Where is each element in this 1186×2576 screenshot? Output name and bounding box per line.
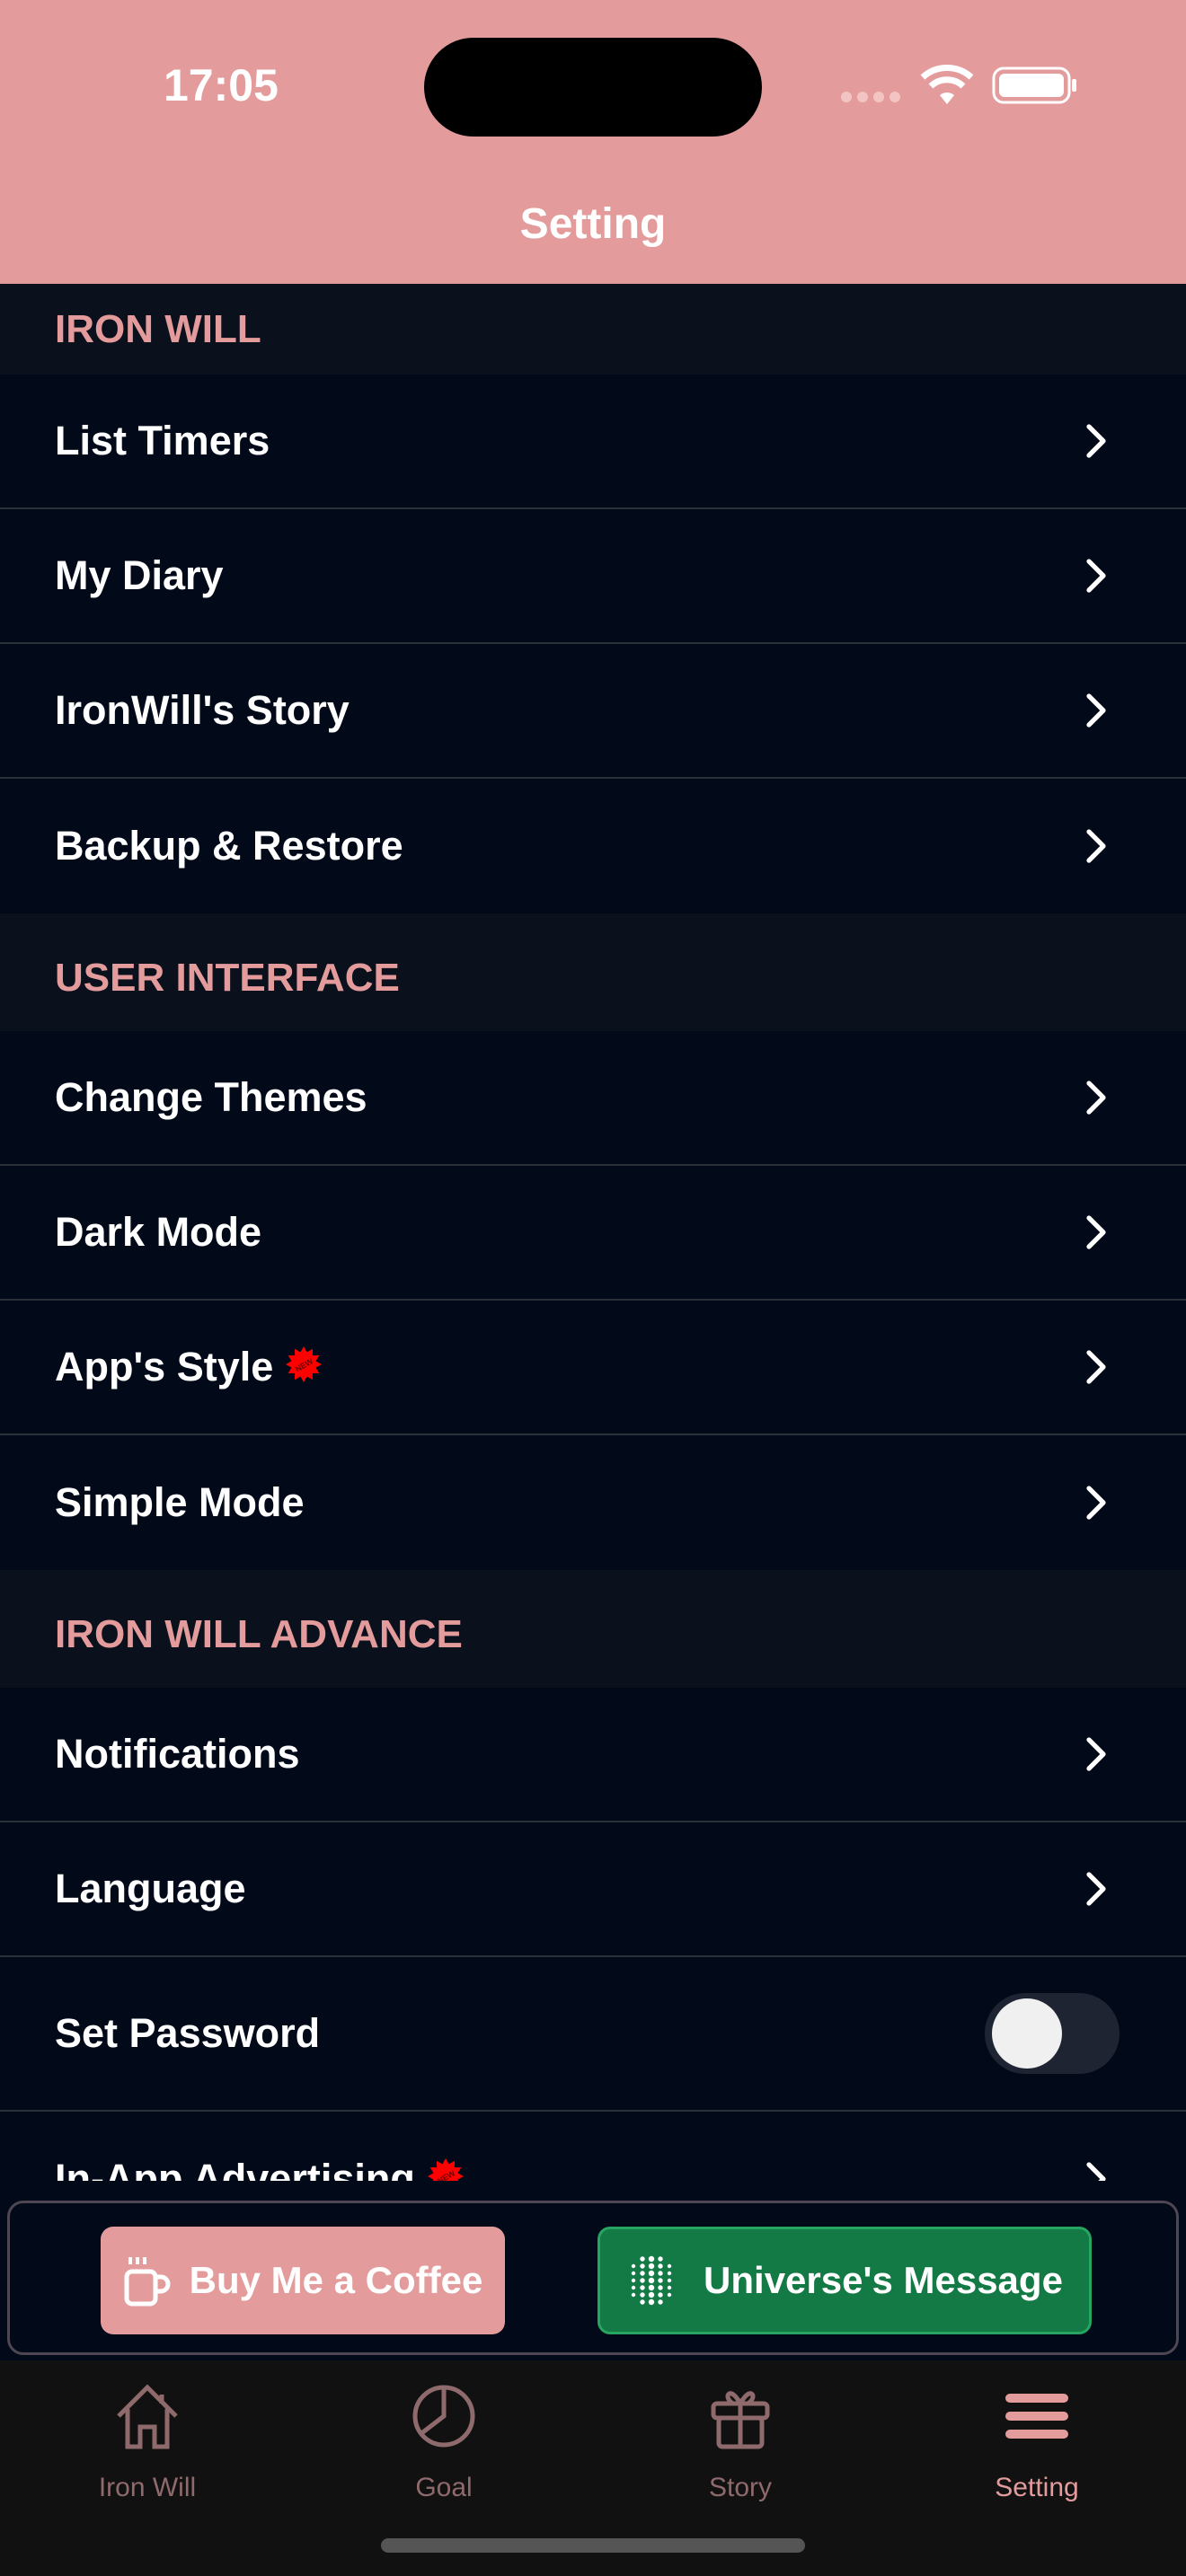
wifi-icon [920, 65, 974, 104]
settings-row[interactable]: Backup & Restore [0, 779, 1186, 913]
universes-message-button[interactable]: Universe's Message [597, 2227, 1092, 2334]
buy-me-a-coffee-button[interactable]: Buy Me a Coffee [101, 2227, 505, 2334]
row-label: Change Themes [55, 1074, 367, 1120]
tab-label: Goal [415, 2473, 473, 2502]
row-label: Set Password [55, 2010, 321, 2056]
chevron-right-icon [1086, 1486, 1106, 1520]
chevron-right-icon [1086, 424, 1106, 458]
row-label: In-App Advertising [55, 2156, 415, 2181]
chevron-right-icon [1086, 829, 1106, 863]
settings-row[interactable]: Language [0, 1822, 1186, 1957]
dynamic-island [424, 38, 762, 137]
action-panel: Buy Me a Coffee Universe's Message [7, 2201, 1179, 2355]
battery-icon [992, 66, 1076, 104]
settings-row[interactable]: Set Password [0, 1957, 1186, 2112]
row-label: Dark Mode [55, 1209, 262, 1255]
header: 17:05 Setting [0, 0, 1186, 284]
settings-row[interactable]: Notifications [0, 1688, 1186, 1822]
tab-label: Story [708, 2473, 773, 2502]
settings-row[interactable]: IronWill's Story [0, 644, 1186, 779]
password-toggle[interactable] [985, 1993, 1120, 2074]
section-header: IRON WILL ADVANCE [0, 1570, 1186, 1688]
tab-story[interactable]: Story [651, 2380, 830, 2503]
status-time: 17:05 [164, 60, 279, 110]
gift-icon [711, 2391, 770, 2449]
settings-list[interactable]: IRON WILL List Timers My Diary IronWill's S… [0, 284, 1186, 2181]
page-title: Setting [519, 200, 667, 248]
section-header: IRON WILL [0, 284, 1186, 375]
chevron-right-icon [1086, 1081, 1106, 1115]
tab-setting[interactable]: Setting [947, 2380, 1127, 2503]
sparkle-dots-icon [631, 2255, 672, 2306]
signal-icon [841, 92, 900, 102]
coffee-label: Buy Me a Coffee [189, 2259, 483, 2301]
tab-label: Iron Will [98, 2473, 197, 2502]
universe-label: Universe's Message [704, 2259, 1063, 2301]
section-header: USER INTERFACE [0, 913, 1186, 1031]
row-label: List Timers [55, 418, 270, 463]
row-label: Simple Mode [55, 1479, 305, 1525]
settings-row[interactable]: Simple Mode [0, 1435, 1186, 1570]
new-badge-icon: NEW [286, 1346, 323, 1382]
row-label: Backup & Restore [55, 823, 403, 869]
tab-label: Setting [995, 2473, 1079, 2502]
row-label: IronWill's Story [55, 687, 350, 733]
settings-row[interactable]: Dark Mode [0, 1166, 1186, 1301]
row-label: My Diary [55, 552, 224, 598]
menu-icon [1005, 2394, 1068, 2439]
chevron-right-icon [1086, 2162, 1106, 2181]
tab-goal[interactable]: Goal [354, 2380, 534, 2503]
chevron-right-icon [1086, 1872, 1106, 1906]
pie-chart-icon [412, 2385, 475, 2448]
chevron-right-icon [1086, 693, 1106, 728]
toggle-knob [992, 1998, 1062, 2069]
chevron-right-icon [1086, 1215, 1106, 1249]
settings-row[interactable]: In-App Advertising NEW [0, 2112, 1186, 2181]
row-label: Language [55, 1866, 246, 1911]
chevron-right-icon [1086, 559, 1106, 593]
row-label: Notifications [55, 1731, 300, 1777]
home-indicator [381, 2538, 805, 2553]
settings-row[interactable]: My Diary [0, 509, 1186, 644]
coffee-cup-icon [124, 2257, 171, 2307]
settings-row[interactable]: Change Themes [0, 1031, 1186, 1166]
settings-row[interactable]: App's Style NEW [0, 1301, 1186, 1435]
tab-iron-will[interactable]: Iron Will [58, 2380, 237, 2503]
settings-row[interactable]: List Timers [0, 375, 1186, 509]
chevron-right-icon [1086, 1737, 1106, 1771]
new-badge-icon: NEW [427, 2158, 464, 2181]
chevron-right-icon [1086, 1350, 1106, 1384]
house-icon [117, 2384, 178, 2449]
row-label: App's Style [55, 1344, 274, 1389]
